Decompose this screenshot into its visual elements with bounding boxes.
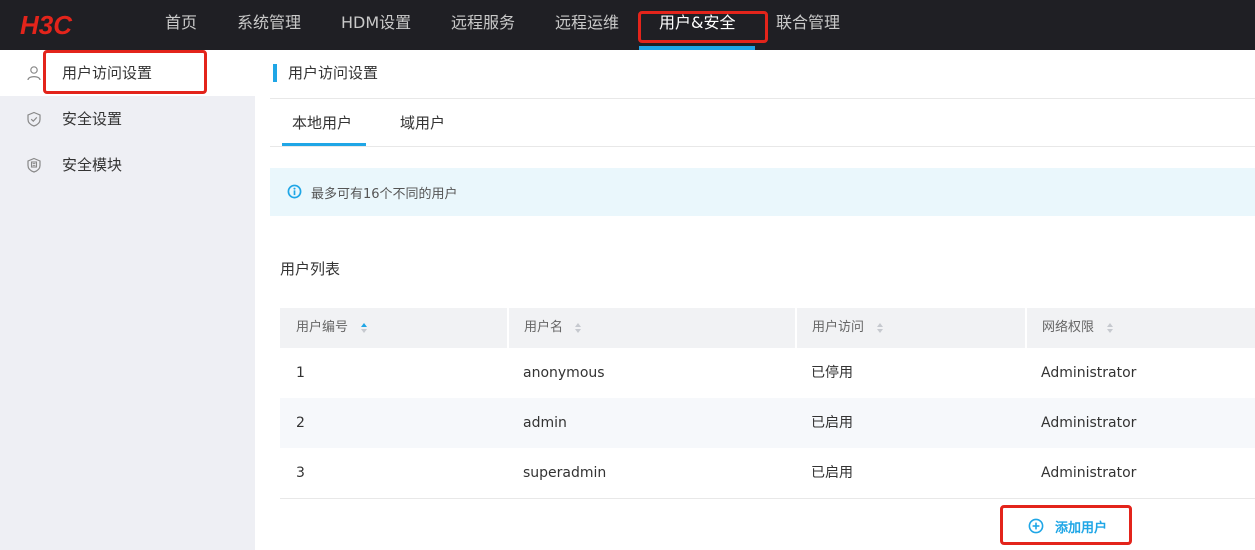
cell-username: anonymous [523,365,605,381]
add-user-label: 添加用户 [1055,521,1108,536]
cell-network-privilege: Administrator [1041,465,1137,481]
logo-text: H3C [20,12,73,38]
tab-domain-users[interactable]: 域用户 [400,112,445,146]
cell-user-id: 1 [296,365,305,381]
sidebar-item-security-module[interactable]: 安全模块 [0,142,255,188]
table-row[interactable]: 1 anonymous 已停用 Administrator [280,348,1255,398]
security-module-icon [27,157,41,173]
nav-remote-ops[interactable]: 远程运维 [555,0,619,50]
shield-check-icon [27,111,41,127]
info-banner: 最多可有16个不同的用户 [270,168,1255,216]
column-header-user-access[interactable]: 用户访问 [812,308,864,348]
sort-icon[interactable] [574,322,582,334]
info-icon [287,184,302,199]
h3c-logo: H3C [20,12,73,38]
main-content: 用户访问设置 本地用户 域用户 最多可有16个不同的用户 用户列表 用户编号 用… [255,50,1255,550]
column-divider [1025,308,1027,348]
divider [270,146,1255,147]
nav-home[interactable]: 首页 [165,0,197,50]
page-title-accent [273,64,277,82]
table-header: 用户编号 用户名 用户访问 网络权限 [280,308,1255,348]
nav-remote-services[interactable]: 远程服务 [451,0,515,50]
tab-local-users[interactable]: 本地用户 [292,112,352,146]
sort-icon[interactable] [876,322,884,334]
top-navigation-bar: H3C 首页 系统管理 HDM设置 远程服务 远程运维 用户&安全 联合管理 [0,0,1255,50]
divider [270,98,1255,99]
nav-federation-management[interactable]: 联合管理 [776,0,840,50]
cell-user-id: 3 [296,465,305,481]
sidebar-item-user-access-settings[interactable]: 用户访问设置 [0,50,255,96]
cell-username: admin [523,415,567,431]
cell-user-access: 已停用 [811,365,853,381]
plus-circle-icon [1028,518,1044,534]
sidebar-item-label: 安全模块 [62,156,123,174]
table-row[interactable]: 2 admin 已启用 Administrator [280,398,1255,448]
cell-user-access: 已启用 [811,415,853,431]
section-title-user-list: 用户列表 [280,260,341,278]
user-icon [27,66,41,81]
cell-network-privilege: Administrator [1041,415,1137,431]
info-text: 最多可有16个不同的用户 [311,187,458,202]
sort-ascending-icon[interactable] [360,322,368,334]
column-header-user-id[interactable]: 用户编号 [296,308,348,348]
column-divider [795,308,797,348]
column-header-network-privilege[interactable]: 网络权限 [1042,308,1094,348]
table-bottom-border [280,498,1255,499]
nav-hdm-settings[interactable]: HDM设置 [341,0,411,50]
add-user-button[interactable]: 添加用户 [1028,513,1138,539]
cell-user-id: 2 [296,415,305,431]
nav-system-management[interactable]: 系统管理 [237,0,301,50]
sort-icon[interactable] [1106,322,1114,334]
cell-username: superadmin [523,465,607,481]
cell-network-privilege: Administrator [1041,365,1137,381]
nav-users-security[interactable]: 用户&安全 [659,0,735,50]
column-divider [507,308,509,348]
table-row[interactable]: 3 superadmin 已启用 Administrator [280,448,1255,498]
cell-user-access: 已启用 [811,465,853,481]
page-title: 用户访问设置 [288,64,379,82]
sidebar-item-security-settings[interactable]: 安全设置 [0,96,255,142]
sidebar-item-label: 安全设置 [62,110,123,128]
column-header-username[interactable]: 用户名 [524,308,563,348]
sidebar: 用户访问设置 安全设置 安全模块 [0,50,255,550]
sidebar-item-label: 用户访问设置 [62,64,153,82]
